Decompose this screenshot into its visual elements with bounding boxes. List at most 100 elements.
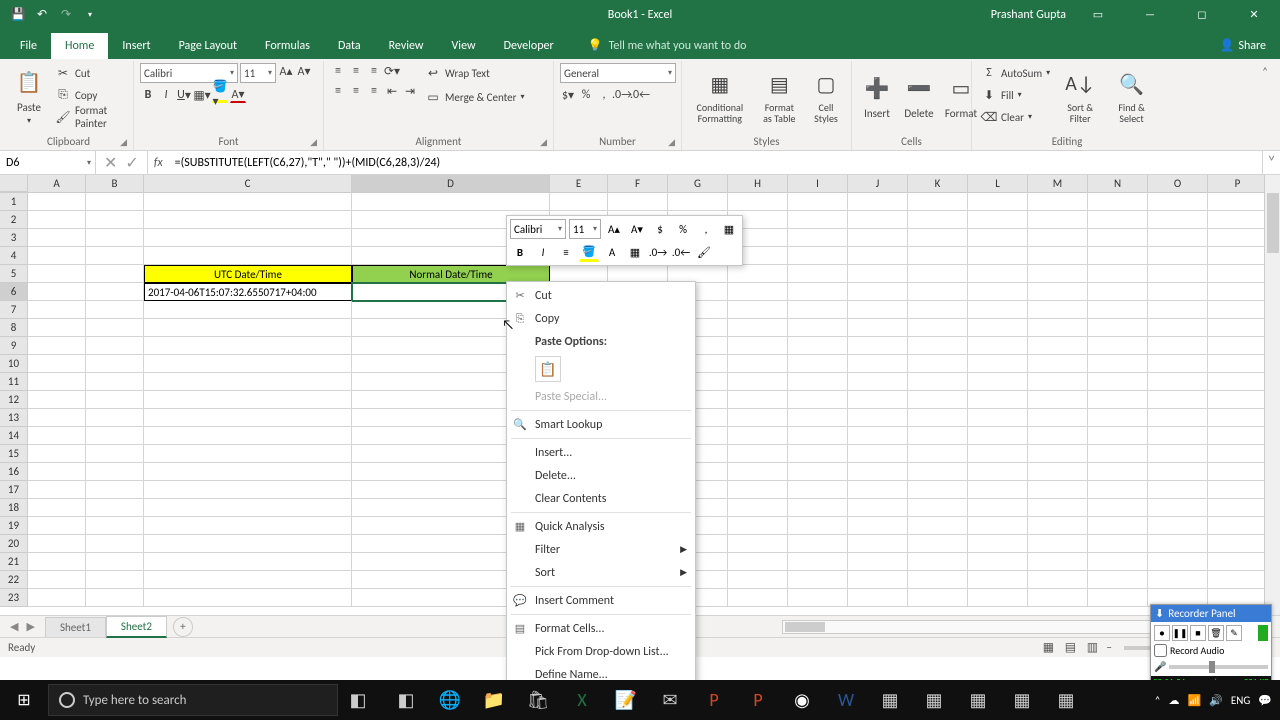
close-button[interactable]: ✕ (1234, 0, 1274, 29)
cell-M17[interactable] (1028, 481, 1088, 499)
cell-J1[interactable] (848, 193, 908, 211)
cell-B15[interactable] (86, 445, 144, 463)
tray-network-icon[interactable]: 📶 (1187, 694, 1201, 707)
row-header-15[interactable]: 15 (0, 445, 28, 463)
context-insert-[interactable]: Insert... (507, 441, 695, 464)
taskbar-notepad-icon[interactable]: 📝 (606, 680, 646, 720)
cell-P18[interactable] (1208, 499, 1268, 517)
cell-M2[interactable] (1028, 211, 1088, 229)
cell-M5[interactable] (1028, 265, 1088, 283)
cell-H16[interactable] (728, 463, 788, 481)
cell-L20[interactable] (968, 535, 1028, 553)
cancel-formula-icon[interactable]: ✕ (104, 153, 117, 173)
recorder-panel[interactable]: ⬇Recorder Panel ● ❚❚ ■ 🗑 ✎ Record Audio … (1150, 604, 1272, 690)
increase-decimal-icon[interactable]: .0→ (614, 87, 630, 103)
cell-K3[interactable] (908, 229, 968, 247)
mini-italic-icon[interactable]: I (533, 242, 553, 262)
taskbar-app1-icon[interactable]: ▦ (870, 680, 910, 720)
cell-L8[interactable] (968, 319, 1028, 337)
qat-customize-icon[interactable]: ▾ (82, 7, 98, 23)
col-header-N[interactable]: N (1088, 175, 1148, 192)
cell-J10[interactable] (848, 355, 908, 373)
cell-H7[interactable] (728, 301, 788, 319)
mini-font-color-icon[interactable]: A (602, 242, 622, 262)
formula-input[interactable]: =(SUBSTITUTE(LEFT(C6,27),"T"," "))+(MID(… (169, 151, 1262, 174)
row-header-1[interactable]: 1 (0, 193, 28, 211)
cell-J16[interactable] (848, 463, 908, 481)
cell-N5[interactable] (1088, 265, 1148, 283)
cell-J3[interactable] (848, 229, 908, 247)
sheet-nav-prev-icon[interactable]: ◀ (10, 620, 18, 633)
cell-J7[interactable] (848, 301, 908, 319)
align-top-icon[interactable]: ≡ (330, 63, 346, 79)
mini-percent-icon[interactable]: % (673, 219, 693, 239)
taskbar-mail-icon[interactable]: ✉ (650, 680, 690, 720)
cell-I22[interactable] (788, 571, 848, 589)
cell-H1[interactable] (728, 193, 788, 211)
cell-M23[interactable] (1028, 589, 1088, 607)
taskbar-app3-icon[interactable]: ▦ (958, 680, 998, 720)
cell-L9[interactable] (968, 337, 1028, 355)
cell-N22[interactable] (1088, 571, 1148, 589)
align-middle-icon[interactable]: ≡ (348, 63, 364, 79)
select-all-cell[interactable] (0, 175, 28, 192)
cell-H10[interactable] (728, 355, 788, 373)
cell-B17[interactable] (86, 481, 144, 499)
cell-O10[interactable] (1148, 355, 1208, 373)
tab-review[interactable]: Review (375, 33, 438, 59)
cell-A19[interactable] (28, 517, 86, 535)
cell-A9[interactable] (28, 337, 86, 355)
row-header-10[interactable]: 10 (0, 355, 28, 373)
enter-formula-icon[interactable]: ✓ (125, 153, 138, 173)
context-format-cells-[interactable]: ▤Format Cells... (507, 617, 695, 640)
cell-L10[interactable] (968, 355, 1028, 373)
col-header-H[interactable]: H (728, 175, 788, 192)
cell-M4[interactable] (1028, 247, 1088, 265)
taskbar-file-explorer-icon[interactable]: 📁 (474, 680, 514, 720)
cell-L12[interactable] (968, 391, 1028, 409)
cell-H23[interactable] (728, 589, 788, 607)
redo-icon[interactable]: ↷ (58, 7, 74, 23)
cell-C11[interactable] (144, 373, 352, 391)
cell-A10[interactable] (28, 355, 86, 373)
taskbar-chrome-icon[interactable]: ◉ (782, 680, 822, 720)
cell-N10[interactable] (1088, 355, 1148, 373)
cell-P10[interactable] (1208, 355, 1268, 373)
col-header-A[interactable]: A (28, 175, 86, 192)
cell-I2[interactable] (788, 211, 848, 229)
cell-L14[interactable] (968, 427, 1028, 445)
context-delete-[interactable]: Delete... (507, 464, 695, 487)
tab-data[interactable]: Data (324, 33, 375, 59)
merge-center-button[interactable]: ▭Merge & Center▾ (422, 87, 528, 107)
cell-N1[interactable] (1088, 193, 1148, 211)
cell-I1[interactable] (788, 193, 848, 211)
row-header-6[interactable]: 6 (0, 283, 28, 301)
cell-C16[interactable] (144, 463, 352, 481)
cell-O3[interactable] (1148, 229, 1208, 247)
cell-I10[interactable] (788, 355, 848, 373)
percent-icon[interactable]: % (578, 87, 594, 103)
cell-P14[interactable] (1208, 427, 1268, 445)
cell-B21[interactable] (86, 553, 144, 571)
recorder-volume-slider[interactable] (1169, 665, 1268, 669)
cell-K6[interactable] (908, 283, 968, 301)
cell-C5[interactable]: UTC Date/Time (144, 265, 352, 283)
cell-K23[interactable] (908, 589, 968, 607)
row-header-7[interactable]: 7 (0, 301, 28, 319)
mini-inc-decimal-icon[interactable]: .0→ (648, 242, 668, 262)
row-header-4[interactable]: 4 (0, 247, 28, 265)
cell-J15[interactable] (848, 445, 908, 463)
cell-L1[interactable] (968, 193, 1028, 211)
insert-cells-button[interactable]: ➕Insert (858, 63, 896, 129)
cell-O17[interactable] (1148, 481, 1208, 499)
taskbar-app2-icon[interactable]: ▦ (914, 680, 954, 720)
cell-C10[interactable] (144, 355, 352, 373)
cell-J23[interactable] (848, 589, 908, 607)
fill-button[interactable]: ⬇Fill▾ (978, 85, 1053, 105)
cell-O1[interactable] (1148, 193, 1208, 211)
cell-B7[interactable] (86, 301, 144, 319)
cell-A6[interactable] (28, 283, 86, 301)
cell-H13[interactable] (728, 409, 788, 427)
clipboard-dialog-launcher[interactable]: ◢ (120, 137, 127, 148)
cell-O8[interactable] (1148, 319, 1208, 337)
